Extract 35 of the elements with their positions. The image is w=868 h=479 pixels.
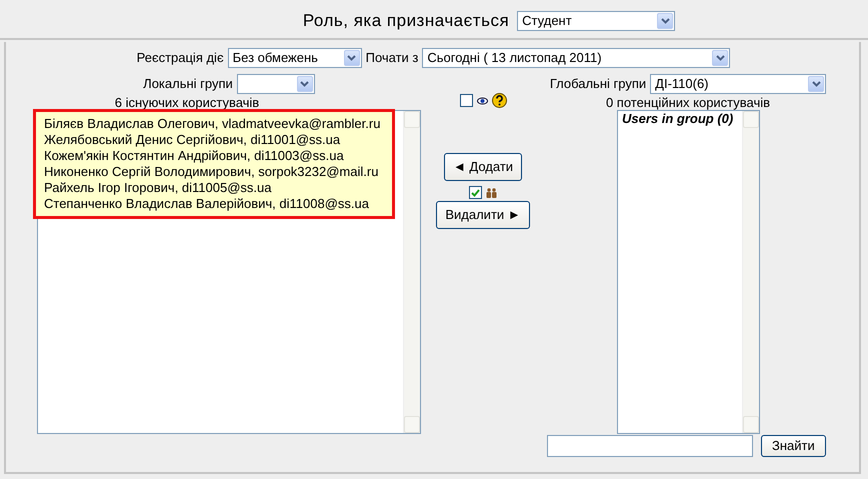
add-button[interactable]: ◄ Додати (444, 153, 522, 181)
user-item[interactable]: Желябовський Денис Сергійович, di11001@ss.ua (44, 132, 386, 148)
role-dropdown[interactable]: Студент (517, 11, 676, 31)
local-groups-dropdown[interactable] (236, 74, 315, 94)
user-item[interactable]: Никоненко Сергій Володимирович, sorpok3232@mail.ru (44, 164, 386, 180)
global-groups-dropdown[interactable]: ДІ-110(6) (650, 74, 826, 94)
user-item[interactable]: Райхель Ігор Ігорович, di11005@ss.ua (44, 180, 386, 196)
duration-dropdown[interactable]: Без обмежень (228, 48, 362, 68)
caret-icon (344, 50, 360, 66)
group-header: Users in group (0) (621, 111, 734, 127)
local-groups-label: Локальні групи (143, 75, 233, 94)
search-button[interactable]: Знайти (761, 435, 826, 457)
potential-users-heading: 0 потенційних користувачів (606, 95, 770, 110)
user-item[interactable]: Біляєв Владислав Олегович, vladmatveevka@rambler.ru (44, 116, 386, 132)
eye-icon (476, 96, 488, 104)
user-item[interactable]: Кожем'якін Костянтин Андрійович, di11003@ss.ua (44, 148, 386, 164)
scrollbar[interactable] (742, 111, 759, 433)
checkbox[interactable] (460, 94, 472, 107)
global-groups-label: Глобальні групи (550, 75, 646, 94)
checkbox[interactable] (469, 186, 482, 199)
caret-icon (808, 76, 824, 92)
existing-users-heading: 6 існуючих користувачів (114, 95, 260, 110)
start-date-dropdown[interactable]: Сьогодні ( 13 листопад 2011) (422, 48, 730, 68)
remove-button[interactable]: Видалити ► (436, 201, 530, 229)
scrollbar[interactable] (403, 111, 420, 433)
caret-icon (712, 50, 728, 66)
user-item[interactable]: Степанченко Владислав Валерійович, di11008@ss.ua (44, 196, 386, 212)
caret-icon (296, 76, 313, 92)
people-icon (486, 188, 497, 198)
duration-label: Реєстрація діє (136, 49, 224, 68)
start-label: Почати з (366, 49, 418, 68)
caret-icon (657, 13, 674, 29)
search-field[interactable] (547, 435, 753, 457)
help-icon[interactable] (492, 93, 506, 108)
role-label: Роль, яка призначається (302, 10, 510, 32)
